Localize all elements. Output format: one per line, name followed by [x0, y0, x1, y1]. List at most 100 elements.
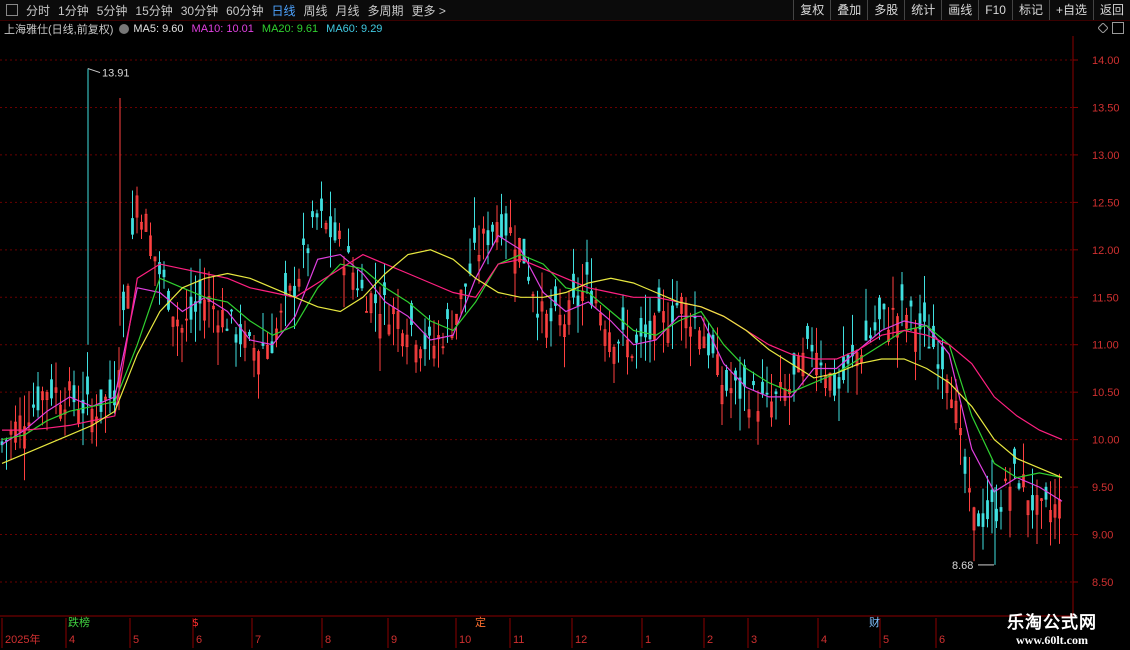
ma-line — [2, 253, 1063, 441]
candle-body — [108, 379, 112, 399]
candle-body — [806, 325, 809, 339]
candle-body — [234, 334, 238, 343]
period-weekly[interactable]: 周线 — [303, 2, 327, 19]
period-daily[interactable]: 日线 — [271, 2, 295, 19]
x-tick-label: 6 — [939, 634, 945, 646]
candle-body — [657, 287, 661, 312]
candle-body — [347, 246, 350, 253]
overlay-button[interactable]: 叠加 — [830, 0, 867, 20]
f10-button[interactable]: F10 — [978, 0, 1012, 20]
function-buttons: 复权 叠加 多股 统计 画线 F10 标记 +自选 返回 — [793, 0, 1130, 20]
candle-body — [446, 309, 449, 320]
add-watchlist-button[interactable]: +自选 — [1048, 0, 1093, 20]
ma60-label: MA60: 9.29 — [326, 23, 383, 35]
mark-button[interactable]: 标记 — [1011, 0, 1049, 20]
watermark-logo: 乐淘公式网 www.60lt.com — [986, 608, 1118, 647]
x-tick-label: 4 — [821, 634, 827, 646]
y-tick-label: 11.00 — [1092, 340, 1119, 352]
period-multi[interactable]: 多周期 — [368, 2, 404, 19]
candle-body — [50, 379, 53, 399]
period-monthly[interactable]: 月线 — [336, 2, 360, 19]
candle-body — [909, 300, 913, 307]
kline-chart[interactable]: 14.00 13.50 13.00 12.50 12.00 11.50 11.00 10.50… — [0, 36, 1130, 650]
candle-body — [99, 389, 103, 412]
candle-body — [923, 302, 926, 322]
candle-body — [671, 305, 674, 323]
diamond-icon[interactable] — [1098, 23, 1108, 33]
x-tick-label: 10 — [459, 634, 471, 646]
period-more[interactable]: 更多 > — [412, 2, 446, 19]
candle-body — [617, 341, 620, 344]
watermark-url: www.60lt.com — [1016, 633, 1088, 647]
candle-body — [774, 391, 778, 394]
y-tick-label: 12.00 — [1092, 245, 1120, 257]
candle-body — [900, 284, 904, 301]
period-15min[interactable]: 15分钟 — [135, 2, 172, 19]
candle-body — [882, 303, 886, 310]
candle-body — [819, 362, 823, 366]
candle-body — [230, 309, 233, 312]
y-tick-label: 8.50 — [1092, 577, 1113, 589]
candle-body — [869, 335, 872, 339]
candle-body — [644, 324, 647, 338]
event-marker: 跌榜 — [68, 615, 90, 629]
multi-stock-button[interactable]: 多股 — [867, 0, 904, 20]
candle-body — [536, 313, 539, 318]
watermark-title: 乐淘公式网 — [1007, 613, 1097, 633]
candle-body — [725, 370, 728, 391]
stats-button[interactable]: 统计 — [904, 0, 941, 20]
event-marker: 财 — [869, 615, 880, 629]
candle-body — [1017, 483, 1021, 489]
candle-body — [743, 365, 746, 387]
candle-body — [792, 353, 796, 375]
event-marker: 定 — [475, 615, 486, 629]
x-tick-label: 5 — [133, 634, 139, 646]
candle-body — [639, 318, 643, 337]
candle-body — [990, 489, 994, 502]
panel-toggle-icon[interactable] — [6, 4, 18, 16]
y-tick-label: 14.00 — [1092, 55, 1120, 67]
window-toggle-icon[interactable] — [1112, 22, 1124, 34]
period-1min[interactable]: 1分钟 — [58, 2, 89, 19]
low-label: 8.68 — [952, 560, 973, 572]
candle-body — [648, 320, 652, 340]
x-tick-label: 12 — [575, 634, 587, 646]
period-30min[interactable]: 30分钟 — [181, 2, 218, 19]
y-tick-label: 9.00 — [1092, 530, 1113, 542]
candle-body — [428, 326, 431, 336]
candle-body — [873, 322, 877, 331]
candle-body — [977, 513, 980, 527]
x-tick-label: 2 — [707, 634, 713, 646]
candle-body — [293, 285, 296, 298]
candle-body — [833, 372, 836, 396]
candle-body — [522, 238, 526, 264]
candle-body — [621, 307, 625, 330]
adjust-button[interactable]: 复权 — [793, 0, 830, 20]
candle-body — [999, 507, 1003, 512]
candle-body — [864, 320, 868, 341]
candle-body — [810, 344, 814, 352]
candle-body — [549, 308, 553, 322]
stock-title: 上海雅仕(日线,前复权) — [4, 24, 114, 36]
candle-body — [248, 331, 251, 337]
high-arrow — [87, 68, 101, 74]
y-tick-label: 9.50 — [1092, 482, 1113, 494]
candle-body — [356, 288, 359, 291]
candle-body — [86, 376, 89, 395]
ma5-label: MA5: 9.60 — [133, 23, 184, 35]
back-button[interactable]: 返回 — [1092, 0, 1130, 20]
candle-body — [491, 224, 494, 232]
x-tick-label: 7 — [255, 634, 261, 646]
candle-body — [707, 333, 710, 356]
settings-dot-icon[interactable] — [119, 24, 130, 34]
period-minute[interactable]: 分时 — [26, 2, 50, 19]
candle-body — [585, 262, 589, 275]
y-tick-label: 11.50 — [1092, 292, 1119, 304]
period-60min[interactable]: 60分钟 — [226, 2, 263, 19]
period-5min[interactable]: 5分钟 — [97, 2, 128, 19]
x-tick-label: 1 — [645, 634, 651, 646]
candle-body — [486, 230, 490, 246]
draw-line-button[interactable]: 画线 — [941, 0, 978, 20]
candle-body — [162, 269, 166, 278]
x-tick-label: 5 — [883, 634, 889, 646]
